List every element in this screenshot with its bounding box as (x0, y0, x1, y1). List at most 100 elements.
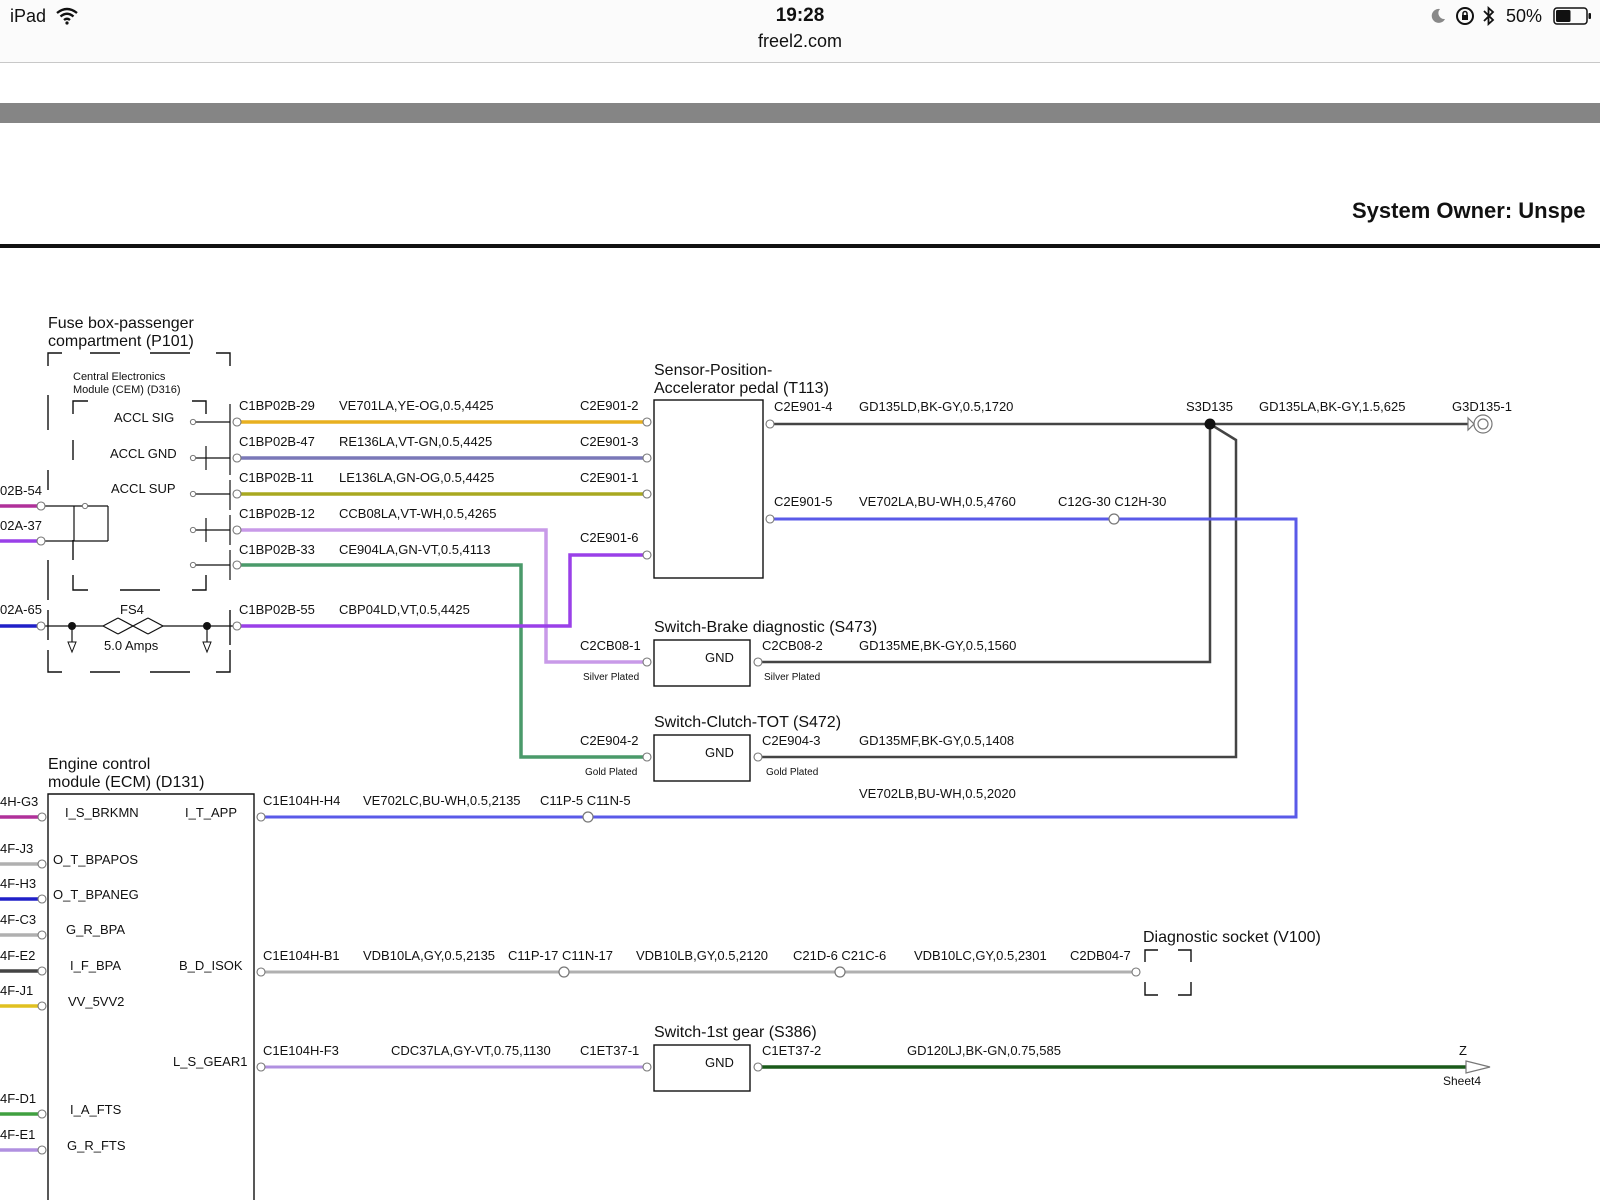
connector-label: C1BP02B-33 (239, 542, 315, 557)
connector-label: C2E901-5 (774, 494, 833, 509)
fuse-box-title: Fuse box-passenger (48, 315, 195, 332)
wire-label: VE701LA,YE-OG,0.5,4425 (339, 398, 494, 413)
connector-label: C2E901-1 (580, 470, 639, 485)
connector-label: C12G-30 C12H-30 (1058, 494, 1166, 509)
edge-connector-label: 4F-D1 (0, 1091, 36, 1106)
ground-g3d135-symbol (1467, 414, 1493, 434)
plating-label: Silver Plated (583, 672, 639, 683)
ground-label: G3D135-1 (1452, 399, 1512, 414)
connector-label: C1ET37-1 (580, 1043, 639, 1058)
wire-label: VE702LC,BU-WH,0.5,2135 (363, 793, 521, 808)
connector-label: C1BP02B-55 (239, 602, 315, 617)
edge-connector-label: 4F-C3 (0, 912, 36, 927)
connector-label: C2E901-2 (580, 398, 639, 413)
connector-label: C11P-17 C11N-17 (508, 948, 613, 963)
ecm-pin-label: G_R_FTS (67, 1138, 126, 1153)
connector-label: C2E901-3 (580, 434, 639, 449)
cem-title: Central Electronics (73, 371, 166, 383)
ecm-pin-label: VV_5VV2 (68, 994, 124, 1009)
ecm-pin-label: O_T_BPANEG (53, 887, 139, 902)
connector-label: C1BP02B-29 (239, 398, 315, 413)
ecm-pin-label: I_T_APP (185, 805, 237, 820)
ecm-pin-label: L_S_GEAR1 (173, 1054, 247, 1069)
ecm-title: Engine control (48, 756, 150, 773)
inline-connector-marker (558, 966, 570, 978)
connector-label: C2CB08-1 (580, 638, 641, 653)
fuse-box-title: compartment (P101) (48, 333, 194, 350)
splice-s3d135 (1204, 418, 1216, 430)
connector-label: C1BP02B-11 (239, 470, 314, 485)
edge-connector-label: 4F-H3 (0, 876, 36, 891)
fuse-rating: 5.0 Amps (104, 638, 159, 653)
switch-brake-box (653, 639, 751, 687)
wire-gd135mf (760, 422, 1238, 759)
connector-label: C11P-5 C11N-5 (540, 793, 631, 808)
offpage-letter: Z (1459, 1043, 1467, 1058)
edge-connector-label: 02A-65 (0, 602, 42, 617)
ecm-pin-label: I_S_BRKMN (65, 805, 139, 820)
wire-label: GD135ME,BK-GY,0.5,1560 (859, 638, 1016, 653)
inline-connector-marker (1108, 513, 1120, 525)
edge-connector-label: 4H-G3 (0, 794, 38, 809)
plating-label: Gold Plated (766, 767, 818, 778)
wire-label: LE136LA,GN-OG,0.5,4425 (339, 470, 494, 485)
wire-label: GD135MF,BK-GY,0.5,1408 (859, 733, 1014, 748)
connector-label: C1E104H-H4 (263, 793, 340, 808)
wire-label: VDB10LB,GY,0.5,2120 (636, 948, 768, 963)
offpage-arrow-icon (1465, 1060, 1491, 1074)
edge-connector-label: 02A-37 (0, 518, 42, 533)
edge-connector-label: 02B-54 (0, 483, 42, 498)
wire-label: GD135LA,BK-GY,1.5,625 (1259, 399, 1405, 414)
connector-label: C2E904-2 (580, 733, 639, 748)
plating-label: Gold Plated (585, 767, 637, 778)
wire-label: CBP04LD,VT,0.5,4425 (339, 602, 470, 617)
inline-connector-marker (582, 811, 594, 823)
sensor-accelerator-pedal-box (653, 399, 764, 579)
splice-label: S3D135 (1186, 399, 1233, 414)
gnd-label: GND (705, 650, 734, 665)
sensor-title: Sensor-Position- (654, 362, 772, 379)
wire-label: CE904LA,GN-VT,0.5,4113 (339, 542, 491, 557)
edge-connector-label: 4F-E2 (0, 948, 35, 963)
inline-connector-marker (834, 966, 846, 978)
sensor-title: Accelerator pedal (T113) (654, 380, 829, 397)
wire-label: VE702LA,BU-WH,0.5,4760 (859, 494, 1016, 509)
wire-label: GD135LD,BK-GY,0.5,1720 (859, 399, 1013, 414)
brake-title: Switch-Brake diagnostic (S473) (654, 619, 877, 636)
wire-label: RE136LA,VT-GN,0.5,4425 (339, 434, 492, 449)
wire-label: CDC37LA,GY-VT,0.75,1130 (391, 1043, 551, 1058)
connector-label: C21D-6 C21C-6 (793, 948, 886, 963)
ecm-pin-label: I_A_FTS (70, 1102, 122, 1117)
ecm-pin-label: G_R_BPA (66, 922, 125, 937)
switch-gear-box (653, 1044, 751, 1092)
connector-label: C1E104H-B1 (263, 948, 340, 963)
edge-connector-label: 4F-J1 (0, 983, 33, 998)
accl-sig-label: ACCL SIG (114, 410, 174, 425)
ecm-pin-label: O_T_BPAPOS (53, 852, 138, 867)
wire-label: CCB08LA,VT-WH,0.5,4265 (339, 506, 497, 521)
wiring-diagram: Fuse box-passenger compartment (P101) Ce… (0, 315, 1512, 1200)
connector-label: C2E904-3 (762, 733, 821, 748)
diagnostic-socket-outline (1144, 949, 1192, 996)
switch-clutch-box (653, 734, 751, 782)
cem-title: Module (CEM) (D316) (73, 384, 181, 396)
connector-label: C2CB08-2 (762, 638, 823, 653)
connector-label: C1BP02B-12 (239, 506, 315, 521)
wire-label: VE702LB,BU-WH,0.5,2020 (859, 786, 1016, 801)
ecm-pin-label: I_F_BPA (70, 958, 121, 973)
connector-label: C1BP02B-47 (239, 434, 315, 449)
gnd-label: GND (705, 745, 734, 760)
ecm-pin-label: B_D_ISOK (179, 958, 243, 973)
connector-label: C2DB04-7 (1070, 948, 1131, 963)
fuse-name: FS4 (120, 602, 144, 617)
clutch-title: Switch-Clutch-TOT (S472) (654, 714, 841, 731)
accl-sup-label: ACCL SUP (111, 481, 176, 496)
connector-label: C2E901-6 (580, 530, 639, 545)
connector-label: C2E901-4 (774, 399, 833, 414)
wire-label: GD120LJ,BK-GN,0.75,585 (907, 1043, 1061, 1058)
connector-label: C1ET37-2 (762, 1043, 821, 1058)
edge-connector-label: 4F-E1 (0, 1127, 35, 1142)
gear-title: Switch-1st gear (S386) (654, 1024, 817, 1041)
wire-label: VDB10LA,GY,0.5,2135 (363, 948, 495, 963)
diag-title: Diagnostic socket (V100) (1143, 929, 1321, 946)
